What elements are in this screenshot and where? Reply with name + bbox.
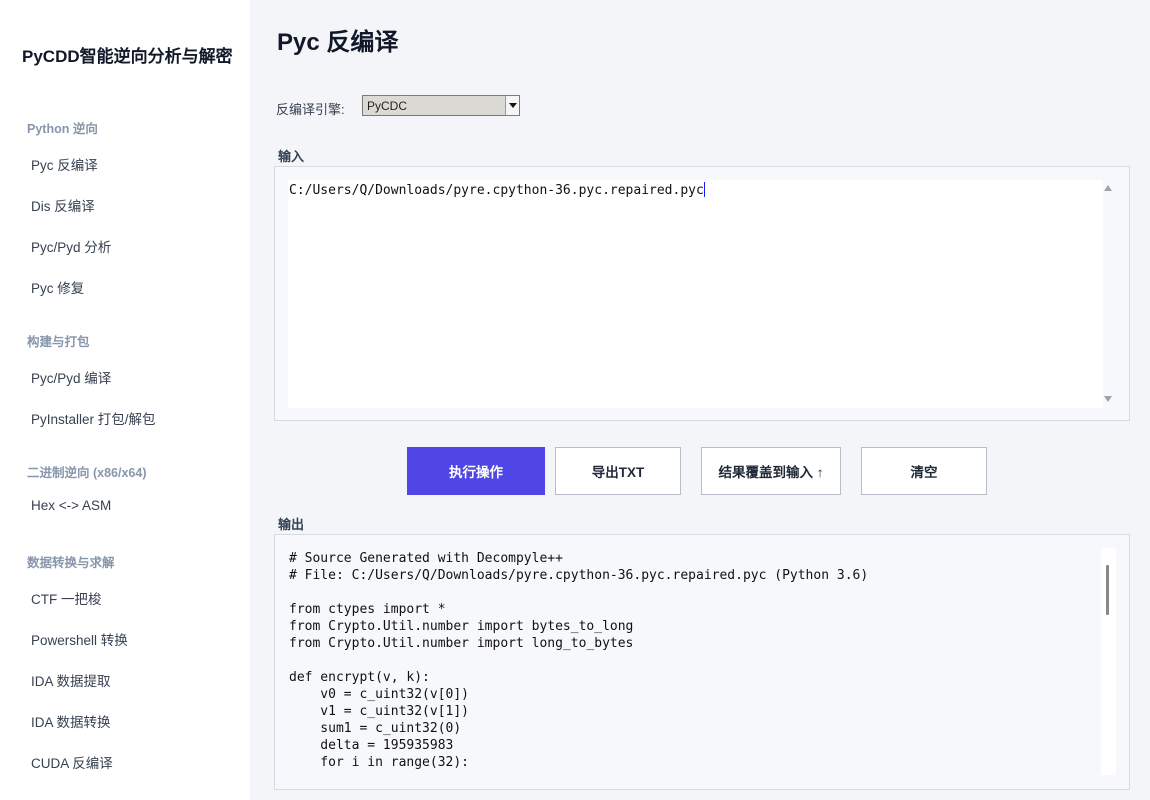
input-label: 输入: [278, 149, 305, 164]
sidebar-section-build-pack: 构建与打包: [27, 335, 90, 349]
engine-select[interactable]: PyCDC: [362, 95, 520, 116]
sidebar-section-data-convert: 数据转换与求解: [27, 556, 115, 570]
output-panel: # Source Generated with Decompyle++ # Fi…: [274, 534, 1130, 790]
sidebar-item-pyc-repair[interactable]: Pyc 修复: [31, 277, 84, 297]
export-txt-button[interactable]: 导出TXT: [555, 447, 681, 495]
sidebar-section-binary-reverse: 二进制逆向 (x86/x64): [27, 466, 147, 480]
sidebar-item-hex-asm[interactable]: Hex <-> ASM: [31, 498, 111, 513]
scroll-down-icon[interactable]: [1104, 396, 1112, 402]
sidebar-item-pyinstaller[interactable]: PyInstaller 打包/解包: [31, 408, 156, 428]
sidebar-item-pyc-pyd-compile[interactable]: Pyc/Pyd 编译: [31, 367, 111, 387]
sidebar-item-powershell[interactable]: Powershell 转换: [31, 629, 128, 649]
engine-dropdown-button[interactable]: [505, 96, 519, 115]
sidebar: PyCDD智能逆向分析与解密 Python 逆向 Pyc 反编译 Dis 反编译…: [0, 0, 250, 800]
engine-selected-value: PyCDC: [367, 99, 408, 113]
clear-button[interactable]: 清空: [861, 447, 987, 495]
sidebar-item-dis-decompile[interactable]: Dis 反编译: [31, 195, 95, 215]
input-textarea[interactable]: C:/Users/Q/Downloads/pyre.cpython-36.pyc…: [288, 180, 1103, 408]
text-caret: [703, 182, 705, 197]
sidebar-item-pyc-pyd-analysis[interactable]: Pyc/Pyd 分析: [31, 236, 111, 256]
engine-label: 反编译引擎:: [276, 102, 345, 117]
chevron-down-icon: [509, 103, 517, 108]
sidebar-item-ida-extract[interactable]: IDA 数据提取: [31, 670, 111, 690]
sidebar-item-ida-convert[interactable]: IDA 数据转换: [31, 711, 111, 731]
sidebar-item-cuda-decompile[interactable]: CUDA 反编译: [31, 752, 113, 772]
page-title: Pyc 反编译: [277, 29, 399, 56]
sidebar-item-pyc-decompile[interactable]: Pyc 反编译: [31, 154, 98, 174]
output-code: # Source Generated with Decompyle++ # Fi…: [289, 551, 869, 770]
scroll-up-icon[interactable]: [1104, 185, 1112, 191]
output-textarea[interactable]: # Source Generated with Decompyle++ # Fi…: [275, 548, 1101, 775]
sidebar-section-python-reverse: Python 逆向: [27, 122, 98, 136]
output-scroll-thumb[interactable]: [1106, 565, 1109, 615]
execute-button[interactable]: 执行操作: [407, 447, 545, 495]
overwrite-input-button[interactable]: 结果覆盖到输入 ↑: [701, 447, 841, 495]
main-content: Pyc 反编译 反编译引擎: PyCDC 输入 C:/Users/Q/Downl…: [250, 0, 1150, 800]
sidebar-item-ctf[interactable]: CTF 一把梭: [31, 588, 102, 608]
output-scrollbar[interactable]: [1101, 548, 1116, 775]
app-title: PyCDD智能逆向分析与解密: [22, 47, 233, 66]
input-scrollbar[interactable]: [1101, 180, 1116, 408]
output-label: 输出: [278, 517, 305, 532]
input-panel: C:/Users/Q/Downloads/pyre.cpython-36.pyc…: [274, 166, 1130, 421]
input-text: C:/Users/Q/Downloads/pyre.cpython-36.pyc…: [289, 183, 704, 198]
